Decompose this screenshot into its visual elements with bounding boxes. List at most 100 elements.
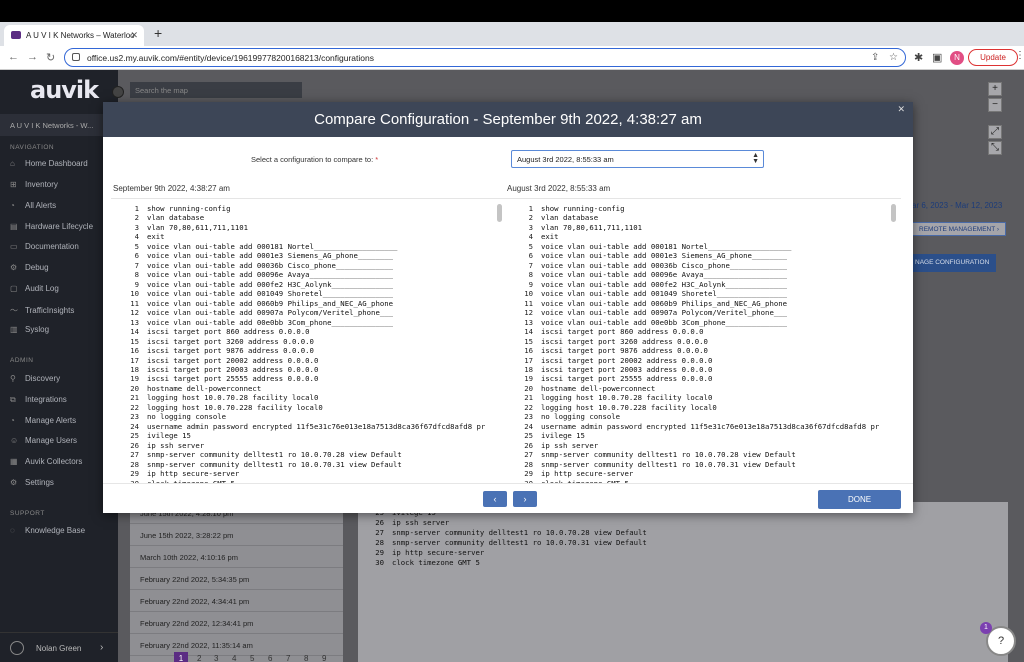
url-field[interactable]: office.us2.my.auvik.com/#entity/device/1… bbox=[64, 48, 906, 67]
close-icon[interactable]: ✕ bbox=[897, 103, 905, 115]
code-line: 4exit bbox=[505, 232, 559, 242]
collapse-sidebar-icon[interactable] bbox=[112, 86, 124, 98]
admin-label: ADMIN bbox=[10, 357, 33, 364]
lock-icon bbox=[72, 53, 80, 61]
code-line: 28snmp-server community delltest1 ro 10.… bbox=[505, 460, 796, 470]
code-line: 27snmp-server community delltest1 ro 10.… bbox=[111, 450, 402, 460]
code-line: 8voice vlan oui-table add 00096e Avaya__… bbox=[505, 270, 787, 280]
sidebar-item-settings[interactable]: ⚙Settings bbox=[10, 478, 54, 487]
page-2[interactable]: 2 bbox=[197, 654, 201, 662]
sidebar-item-discovery[interactable]: ⚲Discovery bbox=[10, 374, 60, 383]
line-number: 24 bbox=[505, 422, 533, 431]
code-line: 23no logging console bbox=[111, 412, 226, 422]
line-text: voice vlan oui-table add 000181 Nortel__… bbox=[541, 242, 791, 251]
code-line: 18iscsi target port 20003 address 0.0.0.… bbox=[111, 365, 318, 375]
sidebar-item-home-dashboard[interactable]: ⌂Home Dashboard bbox=[10, 159, 88, 168]
new-tab-icon[interactable]: + bbox=[154, 25, 162, 41]
date-range[interactable]: ar 6, 2023 - Mar 12, 2023 bbox=[912, 201, 1002, 210]
profile-avatar[interactable]: N bbox=[950, 51, 964, 65]
code-line: 13voice vlan oui-table add 00e0bb 3Com_p… bbox=[505, 318, 787, 328]
code-line: 15iscsi target port 3260 address 0.0.0.0 bbox=[111, 337, 314, 347]
list-item[interactable]: February 22nd 2022, 4:34:41 pm bbox=[130, 590, 343, 612]
page-6[interactable]: 6 bbox=[268, 654, 272, 662]
remote-management-button[interactable]: REMOTE MANAGEMENT › bbox=[912, 222, 1006, 236]
line-number: 18 bbox=[111, 365, 139, 374]
sidebar-item-inventory[interactable]: ⊞Inventory bbox=[10, 180, 58, 189]
previous-button[interactable]: ‹ bbox=[483, 491, 507, 507]
done-button[interactable]: DONE bbox=[818, 490, 901, 509]
org-name[interactable]: A U V I K Networks - W... bbox=[0, 114, 118, 136]
code-line: 16iscsi target port 9876 address 0.0.0.0 bbox=[505, 346, 708, 356]
sidebar-item-documentation[interactable]: ▭Documentation bbox=[10, 242, 79, 251]
sidebar-item-integrations[interactable]: ⧉Integrations bbox=[10, 395, 67, 405]
sidebar-item-auvik-collectors[interactable]: ▦Auvik Collectors bbox=[10, 457, 82, 466]
modal-footer: ‹ › DONE bbox=[103, 483, 913, 513]
line-number: 8 bbox=[505, 270, 533, 279]
list-item[interactable]: February 22nd 2022, 12:34:41 pm bbox=[130, 612, 343, 634]
side-panel-icon[interactable]: ▣ bbox=[932, 51, 942, 64]
line-number: 23 bbox=[111, 412, 139, 421]
sidebar-item-all-alerts[interactable]: ◔All Alerts bbox=[10, 201, 56, 210]
expand-icon[interactable]: ⤢ bbox=[988, 125, 1002, 139]
page-4[interactable]: 4 bbox=[232, 654, 236, 662]
forward-icon[interactable]: → bbox=[27, 51, 38, 63]
line-number: 14 bbox=[505, 327, 533, 336]
browser-tab[interactable]: A U V I K Networks – Waterloo ✕ bbox=[4, 25, 144, 46]
update-button[interactable]: Update bbox=[968, 49, 1018, 66]
manage-configuration-button[interactable]: NAGE CONFIGURATION bbox=[912, 254, 996, 272]
browser-menu-icon[interactable]: ⋮ bbox=[1015, 50, 1024, 61]
list-item[interactable]: March 10th 2022, 4:10:16 pm bbox=[130, 546, 343, 568]
line-text: iscsi target port 9876 address 0.0.0.0 bbox=[541, 346, 708, 355]
close-tab-icon[interactable]: ✕ bbox=[130, 30, 138, 41]
page-9[interactable]: 9 bbox=[322, 654, 326, 662]
collapse-icon[interactable]: ⤡ bbox=[988, 141, 1002, 155]
page-1[interactable]: 1 bbox=[174, 652, 188, 662]
reload-icon[interactable]: ↻ bbox=[46, 51, 55, 64]
list-item[interactable]: February 22nd 2022, 11:35:14 am bbox=[130, 634, 343, 656]
line-number: 11 bbox=[111, 299, 139, 308]
user-menu[interactable]: Nolan Green › bbox=[0, 632, 118, 662]
extensions-icon[interactable]: ✱ bbox=[914, 51, 923, 64]
zoom-out-icon[interactable]: − bbox=[988, 98, 1002, 112]
configuration-select[interactable]: August 3rd 2022, 8:55:33 am ▲▼ bbox=[511, 150, 764, 168]
right-scrollbar[interactable] bbox=[891, 204, 896, 222]
sidebar-item-trafficinsights[interactable]: 〜TrafficInsights bbox=[10, 305, 74, 316]
code-line: 6voice vlan oui-table add 0001e3 Siemens… bbox=[505, 251, 787, 261]
sidebar-item-hardware-lifecycle[interactable]: ▤Hardware Lifecycle bbox=[10, 222, 93, 231]
page-7[interactable]: 7 bbox=[286, 654, 290, 662]
sidebar-item-debug[interactable]: ⚙Debug bbox=[10, 263, 49, 272]
code-line: 5voice vlan oui-table add 000181 Nortel_… bbox=[111, 242, 397, 252]
list-item[interactable]: February 22nd 2022, 5:34:35 pm bbox=[130, 568, 343, 590]
line-text: voice vlan oui-table add 000181 Nortel__… bbox=[147, 242, 397, 251]
sidebar-item-knowledge-base[interactable]: ◌Knowledge Base bbox=[10, 526, 85, 535]
sidebar-item-manage-alerts[interactable]: ◔Manage Alerts bbox=[10, 416, 76, 425]
sidebar-item-audit-log[interactable]: ▢Audit Log bbox=[10, 284, 59, 293]
line-text: exit bbox=[541, 232, 559, 241]
next-button[interactable]: › bbox=[513, 491, 537, 507]
left-scrollbar[interactable] bbox=[497, 204, 502, 222]
users-icon: ☺ bbox=[10, 436, 20, 445]
page-3[interactable]: 3 bbox=[214, 654, 218, 662]
list-item[interactable]: June 15th 2022, 3:28:22 pm bbox=[130, 524, 343, 546]
integrations-icon: ⧉ bbox=[10, 395, 20, 405]
sidebar-item-manage-users[interactable]: ☺Manage Users bbox=[10, 436, 77, 445]
code-line: 7voice vlan oui-table add 00036b Cisco_p… bbox=[505, 261, 787, 271]
right-config-code: 1show running-config2vlan database3vlan … bbox=[505, 198, 901, 483]
line-text: vlan database bbox=[541, 213, 598, 222]
line-number: 20 bbox=[505, 384, 533, 393]
code-line: 26ip ssh server bbox=[358, 518, 449, 527]
bookmark-star-icon[interactable]: ☆ bbox=[889, 52, 898, 63]
page-5[interactable]: 5 bbox=[250, 654, 254, 662]
line-number: 28 bbox=[111, 460, 139, 469]
zoom-in-icon[interactable]: + bbox=[988, 82, 1002, 96]
code-line: 16iscsi target port 9876 address 0.0.0.0 bbox=[111, 346, 314, 356]
app: auvik A U V I K Networks - W... NAVIGATI… bbox=[0, 70, 1024, 662]
page-8[interactable]: 8 bbox=[304, 654, 308, 662]
share-icon[interactable]: ⇪ bbox=[871, 52, 879, 63]
line-number: 3 bbox=[111, 223, 139, 232]
alert-settings-icon: ◔ bbox=[10, 416, 20, 425]
back-icon[interactable]: ← bbox=[8, 51, 19, 63]
map-search-input[interactable]: Search the map bbox=[130, 82, 302, 98]
sidebar-item-syslog[interactable]: ▥Syslog bbox=[10, 325, 49, 334]
line-text: ip ssh server bbox=[147, 441, 204, 450]
